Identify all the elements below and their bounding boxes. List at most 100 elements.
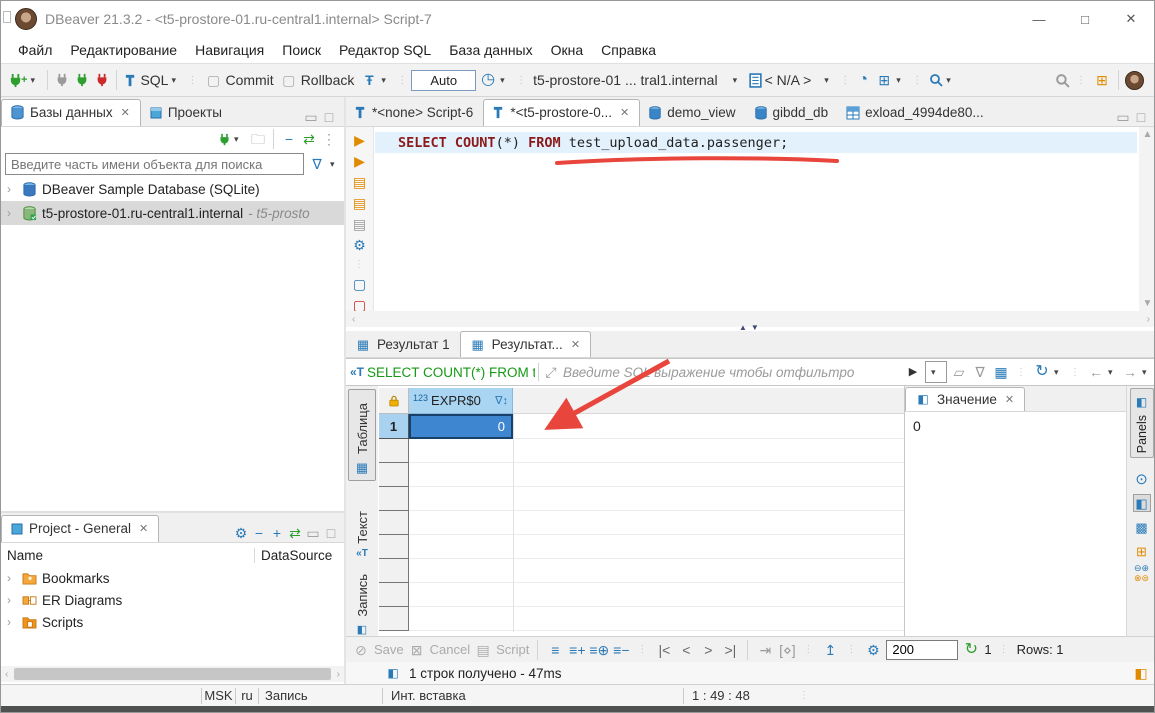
- maximize-editor-icon[interactable]: □: [1132, 108, 1150, 126]
- save-button[interactable]: ⊘Save: [352, 641, 404, 659]
- column-header-name[interactable]: Name: [1, 548, 254, 563]
- tab-script-6[interactable]: *<none> Script-6: [346, 100, 483, 126]
- edit-cell-icon[interactable]: ≡: [546, 641, 564, 659]
- tab-result-2[interactable]: ▦ Результат...✕: [460, 331, 591, 357]
- aggregate-panel-icon[interactable]: ⊞: [1133, 542, 1151, 560]
- custom-filter-icon[interactable]: «T: [350, 365, 364, 379]
- new-connection-button[interactable]: + ▾: [5, 71, 43, 90]
- value-panel-toggle-icon[interactable]: ◧: [1133, 494, 1151, 512]
- duplicate-row-icon[interactable]: ≡⊕: [590, 641, 608, 659]
- connection-selector[interactable]: t5-prostore-01 ... tral1.internal▾: [530, 70, 745, 90]
- column-filter-sort-icon[interactable]: ∇↕: [495, 394, 508, 407]
- script-button[interactable]: ▤Script: [474, 641, 529, 659]
- first-row-icon[interactable]: |<: [655, 641, 673, 659]
- scroll-right-icon[interactable]: ›: [333, 669, 344, 680]
- dashboard-icon[interactable]: ◔: [854, 71, 872, 89]
- grouping-panel-icon[interactable]: ⊙: [1133, 470, 1151, 488]
- unsaved-file-icon[interactable]: ▢: [351, 298, 369, 312]
- references-panel-icon[interactable]: ⊖⊕⊗⊜: [1134, 564, 1149, 584]
- minimize-view-icon[interactable]: ▭: [304, 524, 322, 542]
- caret-position[interactable]: 1 : 49 : 48: [684, 688, 796, 703]
- commit-button[interactable]: ▢Commit: [201, 69, 276, 91]
- fetch-next-segment-icon[interactable]: ⇥: [756, 641, 774, 659]
- eraser-icon[interactable]: ▱: [950, 363, 968, 381]
- new-connection-small-button[interactable]: ▾: [215, 131, 247, 148]
- collapse-all-icon[interactable]: −: [280, 130, 298, 148]
- tab-gibdd-db[interactable]: gibdd_db: [746, 100, 839, 126]
- presentation-tab-grid[interactable]: Таблица ▦: [348, 389, 376, 481]
- connect-button[interactable]: [52, 71, 72, 89]
- tab-script-7[interactable]: *<t5-prostore-0...✕: [483, 99, 640, 126]
- prev-row-icon[interactable]: <: [677, 641, 695, 659]
- filter-input[interactable]: Введите SQL выражение чтобы отфильтро: [563, 365, 901, 380]
- new-folder-icon[interactable]: 🗀: [249, 130, 267, 148]
- tree-item-sample-database[interactable]: › DBeaver Sample Database (SQLite): [1, 177, 344, 201]
- output-panel-icon[interactable]: ◧: [1132, 664, 1150, 682]
- nav-forward-icon[interactable]: →: [1121, 363, 1139, 381]
- tab-project-general[interactable]: Project - General✕: [1, 515, 159, 542]
- tree-item-er-diagrams[interactable]: › ER Diagrams: [1, 589, 344, 611]
- sql-code-line[interactable]: SELECT COUNT(*) FROM test_upload_data.pa…: [398, 135, 788, 151]
- editor-settings-gear-icon[interactable]: ⚙: [351, 238, 369, 252]
- tree-item-bookmarks[interactable]: › Bookmarks: [1, 567, 344, 589]
- nav-back-icon[interactable]: ←: [1087, 363, 1105, 381]
- view-menu-icon[interactable]: ⋮: [320, 130, 338, 148]
- selected-cell[interactable]: 0: [409, 414, 513, 439]
- rollback-button[interactable]: ▢Rollback: [277, 69, 358, 91]
- expand-all-icon[interactable]: +: [268, 524, 286, 542]
- panels-button[interactable]: ◧ Panels: [1130, 388, 1154, 458]
- export-data-icon[interactable]: ▢: [351, 277, 369, 291]
- minimize-view-icon[interactable]: ▭: [302, 108, 320, 126]
- minimize-editor-icon[interactable]: ▭: [1114, 108, 1132, 126]
- value-content[interactable]: 0: [905, 412, 1155, 440]
- filter-settings-icon[interactable]: ∇: [971, 363, 989, 381]
- delete-row-icon[interactable]: ≡−: [612, 641, 630, 659]
- menu-help[interactable]: Справка: [592, 39, 665, 61]
- maximize-view-icon[interactable]: □: [322, 524, 340, 542]
- tab-databases[interactable]: Базы данных✕: [1, 99, 141, 126]
- apply-filter-icon[interactable]: ▶: [904, 363, 922, 381]
- execute-script-new-icon[interactable]: ▤: [351, 196, 369, 210]
- last-row-icon[interactable]: >|: [721, 641, 739, 659]
- dbeaver-perspective-icon[interactable]: [1125, 71, 1144, 90]
- filter-config-icon[interactable]: ∇: [308, 155, 326, 173]
- tab-projects[interactable]: Проекты: [141, 100, 232, 126]
- refresh-icon[interactable]: ↻: [1033, 363, 1051, 381]
- tree-item-t5-prostore[interactable]: › t5-prostore-01.ru-central1.internal - …: [1, 201, 344, 225]
- tab-exload[interactable]: exload_4994de80...: [838, 100, 994, 126]
- menu-file[interactable]: Файл: [9, 39, 61, 61]
- h-scrollbar-thumb[interactable]: [14, 668, 330, 680]
- expand-filter-icon[interactable]: ⤢: [542, 363, 560, 381]
- add-row-icon[interactable]: ≡+: [568, 641, 586, 659]
- column-header-expr0[interactable]: 123 EXPR$0 ∇↕: [409, 388, 513, 414]
- schema-map-button[interactable]: ⊞▾: [872, 69, 909, 91]
- minimize-button[interactable]: —: [1016, 2, 1062, 36]
- cancel-button[interactable]: ⊠Cancel: [408, 641, 470, 659]
- maximize-view-icon[interactable]: □: [320, 108, 338, 126]
- filter-history-dropdown[interactable]: ▾: [925, 361, 947, 383]
- next-row-icon[interactable]: >: [699, 641, 717, 659]
- auto-refresh-icon[interactable]: ↻: [962, 641, 980, 659]
- presentation-tab-text[interactable]: Текст «T: [348, 491, 376, 563]
- sql-editor[interactable]: ▶ ▶ ▤ ▤ ▤ ⚙ ⋮ ▢ ▢ SELECT COUNT(*) FROM t…: [346, 127, 1155, 311]
- menu-database[interactable]: База данных: [440, 39, 541, 61]
- fetch-size-input[interactable]: [886, 640, 958, 660]
- schema-selector[interactable]: < N/A >▾: [746, 70, 838, 90]
- tab-value[interactable]: ◧ Значение✕: [905, 387, 1025, 411]
- object-search-input[interactable]: [5, 153, 304, 175]
- commit-mode-selector[interactable]: Auto: [411, 70, 476, 91]
- menu-navigate[interactable]: Навигация: [186, 39, 273, 61]
- fetch-all-icon[interactable]: [⋄]: [778, 641, 796, 659]
- metadata-panel-icon[interactable]: ▩: [1133, 518, 1151, 536]
- open-perspective-button[interactable]: ⊞: [1090, 69, 1114, 91]
- menu-search[interactable]: Поиск: [273, 39, 330, 61]
- export-result-icon[interactable]: ↥: [821, 641, 839, 659]
- column-header-datasource[interactable]: DataSource: [254, 548, 344, 563]
- result-settings-gear-icon[interactable]: ⚙: [864, 641, 882, 659]
- link-editor-icon[interactable]: ⇄: [300, 130, 318, 148]
- scroll-left-icon[interactable]: ‹: [1, 669, 12, 680]
- transaction-history-button[interactable]: ◷▾: [476, 69, 513, 91]
- execute-statement-icon[interactable]: ▶: [351, 133, 369, 147]
- presentation-tab-record[interactable]: Запись ◧: [348, 571, 376, 643]
- collapse-all-icon[interactable]: −: [250, 524, 268, 542]
